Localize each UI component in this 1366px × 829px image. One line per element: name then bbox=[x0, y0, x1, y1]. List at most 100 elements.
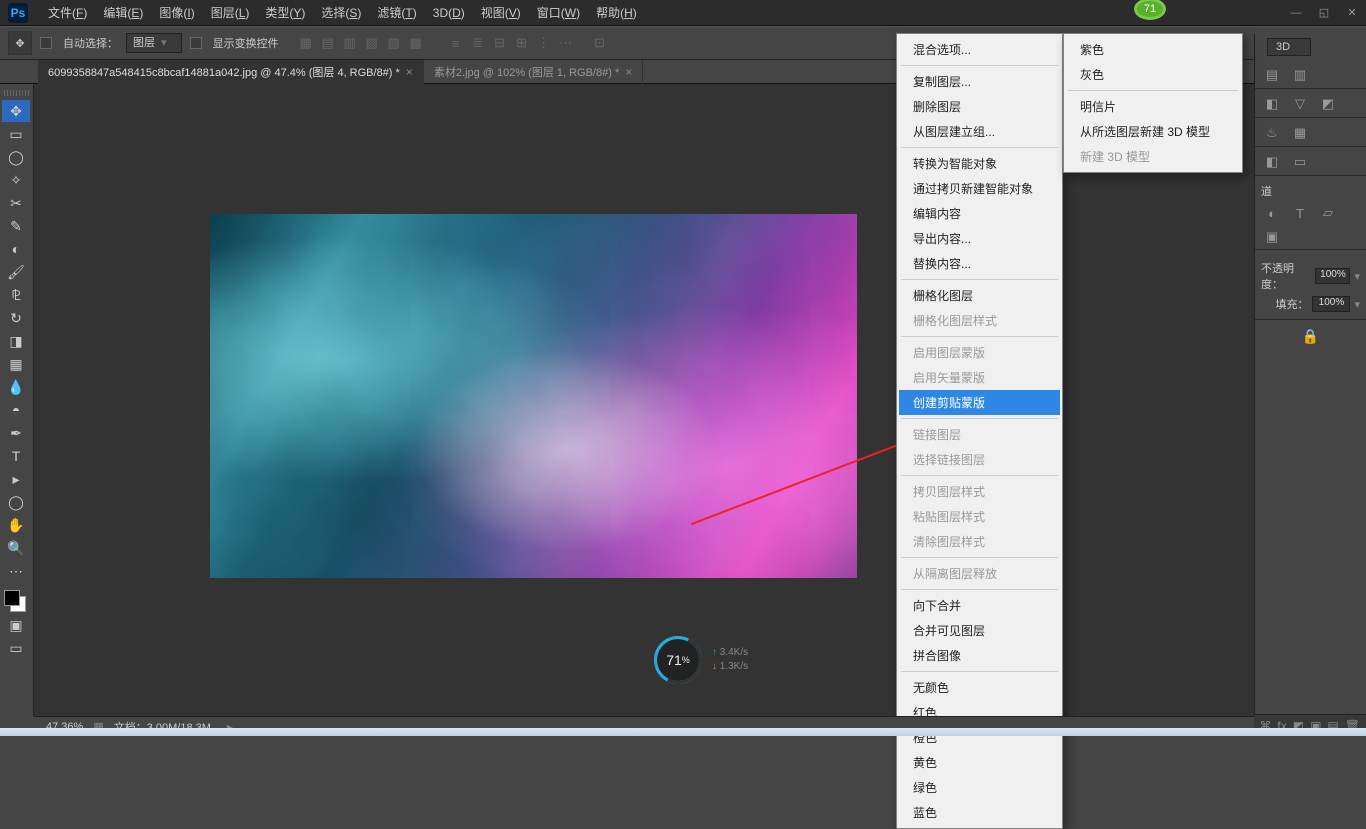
menu-文件[interactable]: 文件(F) bbox=[40, 6, 95, 20]
menu-item[interactable]: 栅格化图层 bbox=[899, 283, 1060, 308]
styles-panel-icon[interactable]: ♨ bbox=[1261, 124, 1283, 142]
color-panel-icon[interactable]: ◧ bbox=[1261, 95, 1283, 113]
minimize-button[interactable]: — bbox=[1282, 3, 1310, 23]
gradient-tool[interactable]: ▦ bbox=[2, 353, 30, 375]
brush-tool[interactable]: 🖌 bbox=[2, 261, 30, 283]
distribute-icon[interactable]: ⋮ bbox=[533, 32, 555, 54]
cloud-badge[interactable]: 71 bbox=[1134, 0, 1166, 20]
menu-窗口[interactable]: 窗口(W) bbox=[529, 6, 588, 20]
menu-视图[interactable]: 视图(V) bbox=[473, 6, 529, 20]
magic-wand-tool[interactable]: ✧ bbox=[2, 169, 30, 191]
quickmask-tool[interactable]: ▣ bbox=[2, 614, 30, 636]
healing-brush-tool[interactable]: ◐ bbox=[2, 238, 30, 260]
zoom-tool[interactable]: 🔍 bbox=[2, 537, 30, 559]
menu-item[interactable]: 无颜色 bbox=[899, 675, 1060, 700]
swatches-panel-icon[interactable]: ▥ bbox=[1289, 66, 1311, 84]
history-panel-icon[interactable]: ▤ bbox=[1261, 66, 1283, 84]
menu-item[interactable]: 导出内容... bbox=[899, 226, 1060, 251]
fill-input[interactable]: 100% bbox=[1312, 296, 1350, 312]
document-canvas[interactable] bbox=[210, 214, 857, 578]
menu-item[interactable]: 紫色 bbox=[1066, 37, 1240, 62]
menu-item[interactable]: 从所选图层新建 3D 模型 bbox=[1066, 119, 1240, 144]
align-icon[interactable]: ▩ bbox=[405, 32, 427, 54]
menu-item[interactable]: 拼合图像 bbox=[899, 643, 1060, 668]
text-icon[interactable]: T bbox=[1289, 204, 1311, 222]
shape-tool[interactable]: ◯ bbox=[2, 491, 30, 513]
tab-close-icon[interactable]: × bbox=[625, 65, 632, 79]
menu-item[interactable]: 灰色 bbox=[1066, 62, 1240, 87]
distribute-icon[interactable]: ≣ bbox=[467, 32, 489, 54]
eyedropper-tool[interactable]: ✎ bbox=[2, 215, 30, 237]
lasso-tool[interactable]: ◯ bbox=[2, 146, 30, 168]
type-tool[interactable]: T bbox=[2, 445, 30, 467]
menu-item[interactable]: 明信片 bbox=[1066, 94, 1240, 119]
distribute-icon[interactable]: ⋯ bbox=[555, 32, 577, 54]
menu-item[interactable]: 合并可见图层 bbox=[899, 618, 1060, 643]
align-icon[interactable]: ▧ bbox=[361, 32, 383, 54]
lock-icon[interactable]: 🔒 bbox=[1255, 320, 1366, 353]
auto-select-dropdown[interactable]: 图层 ▾ bbox=[126, 33, 182, 53]
align-icon[interactable]: ▨ bbox=[383, 32, 405, 54]
menu-滤镜[interactable]: 滤镜(T) bbox=[369, 6, 424, 20]
edit-toolbar[interactable]: ⋯ bbox=[2, 560, 30, 582]
menu-item[interactable]: 创建剪贴蒙版 bbox=[899, 390, 1060, 415]
history-brush-tool[interactable]: ↻ bbox=[2, 307, 30, 329]
auto-select-checkbox[interactable] bbox=[40, 37, 52, 49]
workspace-picker[interactable]: 3D bbox=[1267, 38, 1311, 56]
move-tool[interactable]: ✥ bbox=[2, 100, 30, 122]
menu-item[interactable]: 向下合并 bbox=[899, 593, 1060, 618]
tab-close-icon[interactable]: × bbox=[406, 65, 413, 79]
dodge-tool[interactable]: ◓ bbox=[2, 399, 30, 421]
maximize-button[interactable]: ◱ bbox=[1310, 3, 1338, 23]
menu-选择[interactable]: 选择(S) bbox=[313, 6, 369, 20]
menu-帮助[interactable]: 帮助(H) bbox=[588, 6, 645, 20]
grid-panel-icon[interactable]: ▦ bbox=[1289, 124, 1311, 142]
adjustments-panel-icon[interactable]: ◩ bbox=[1317, 95, 1339, 113]
blur-tool[interactable]: 💧 bbox=[2, 376, 30, 398]
mask-panel-icon[interactable]: ▭ bbox=[1289, 153, 1311, 171]
document-tab[interactable]: 素材2.jpg @ 102% (图层 1, RGB/8#) *× bbox=[424, 60, 643, 84]
menu-item[interactable]: 混合选项... bbox=[899, 37, 1060, 62]
menu-item[interactable]: 转换为智能对象 bbox=[899, 151, 1060, 176]
align-icon[interactable]: ▦ bbox=[295, 32, 317, 54]
clone-stamp-tool[interactable]: ⅊ bbox=[2, 284, 30, 306]
opacity-input[interactable]: 100% bbox=[1315, 268, 1350, 284]
toolbar-grip[interactable] bbox=[4, 90, 29, 96]
menu-item[interactable]: 从图层建立组... bbox=[899, 119, 1060, 144]
menu-编辑[interactable]: 编辑(E) bbox=[95, 6, 151, 20]
menu-item[interactable]: 编辑内容 bbox=[899, 201, 1060, 226]
nav-panel-icon[interactable]: ▽ bbox=[1289, 95, 1311, 113]
document-tab[interactable]: 6099358847a548415c8bcaf14881a042.jpg @ 4… bbox=[38, 60, 424, 84]
shape-icon[interactable]: ▱ bbox=[1317, 204, 1339, 222]
color-swatch[interactable] bbox=[4, 590, 26, 612]
align-icon[interactable]: ▤ bbox=[317, 32, 339, 54]
auto-align-icon[interactable]: ⊡ bbox=[589, 32, 611, 54]
menu-item[interactable]: 蓝色 bbox=[899, 800, 1060, 825]
eraser-tool[interactable]: ◨ bbox=[2, 330, 30, 352]
menu-item[interactable]: 替换内容... bbox=[899, 251, 1060, 276]
pen-tool[interactable]: ✒ bbox=[2, 422, 30, 444]
smartobj-icon[interactable]: ▣ bbox=[1261, 228, 1283, 246]
menu-类型[interactable]: 类型(Y) bbox=[257, 6, 313, 20]
menu-item[interactable]: 通过拷贝新建智能对象 bbox=[899, 176, 1060, 201]
path-select-tool[interactable]: ▸ bbox=[2, 468, 30, 490]
marquee-tool[interactable]: ▭ bbox=[2, 123, 30, 145]
show-transform-checkbox[interactable] bbox=[190, 37, 202, 49]
distribute-icon[interactable]: ⊟ bbox=[489, 32, 511, 54]
menu-item[interactable]: 删除图层 bbox=[899, 94, 1060, 119]
menu-图像[interactable]: 图像(I) bbox=[151, 6, 202, 20]
fx-icon[interactable]: ◐ bbox=[1261, 204, 1283, 222]
menu-3d[interactable]: 3D(D) bbox=[425, 6, 473, 20]
menu-item[interactable]: 复制图层... bbox=[899, 69, 1060, 94]
layers-panel-icon[interactable]: ◧ bbox=[1261, 153, 1283, 171]
distribute-icon[interactable]: ⊞ bbox=[511, 32, 533, 54]
channels-tab[interactable]: 道 bbox=[1261, 186, 1272, 198]
close-button[interactable]: ✕ bbox=[1338, 3, 1366, 23]
menu-item[interactable]: 绿色 bbox=[899, 775, 1060, 800]
menu-item[interactable]: 黄色 bbox=[899, 750, 1060, 775]
align-icon[interactable]: ▥ bbox=[339, 32, 361, 54]
crop-tool[interactable]: ✂ bbox=[2, 192, 30, 214]
distribute-icon[interactable]: ≡ bbox=[445, 32, 467, 54]
menu-图层[interactable]: 图层(L) bbox=[203, 6, 258, 20]
screenmode-tool[interactable]: ▭ bbox=[2, 637, 30, 659]
